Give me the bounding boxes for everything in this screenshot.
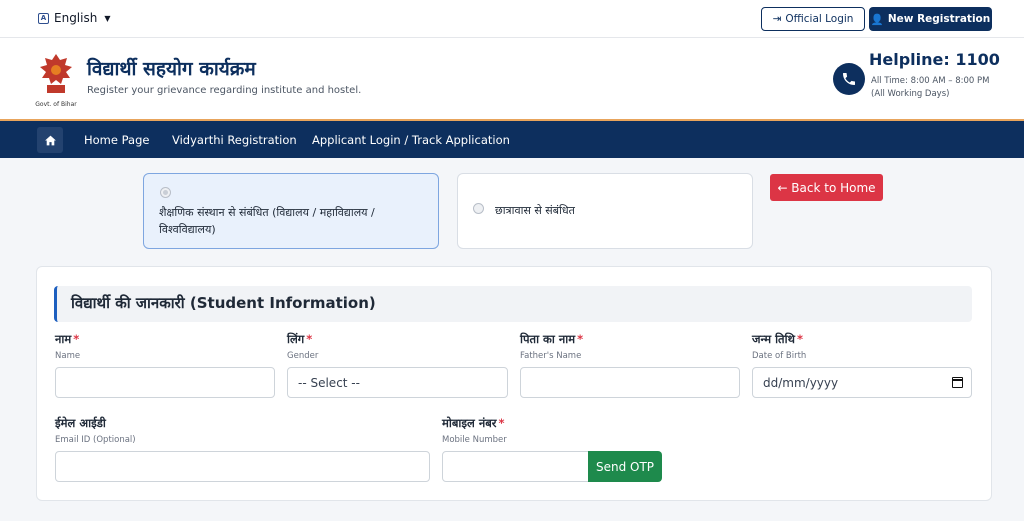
site-subtitle: Register your grievance regarding instit… [87,85,362,96]
father-label-text: पिता का नाम [520,332,576,346]
mobile-sublabel: Mobile Number [442,435,507,445]
email-sublabel: Email ID (Optional) [55,435,136,445]
site-header: Govt. of Bihar विद्यार्थी सहयोग कार्यक्र… [0,38,1024,121]
top-bar: A English ▼ ⇥ Official Login 👤 New Regis… [0,0,1024,38]
required-mark: * [577,332,584,346]
emblem-caption: Govt. of Bihar [35,101,77,108]
nav-item-applicant-login[interactable]: Applicant Login / Track Application [312,133,510,147]
official-login-button[interactable]: ⇥ Official Login [761,7,865,31]
mobile-label: मोबाइल नंबर * [442,416,505,431]
new-registration-button[interactable]: 👤 New Registration [869,7,992,31]
mobile-input[interactable] [442,451,590,482]
new-registration-label: New Registration [887,13,991,25]
name-label: नाम * [55,332,79,347]
dob-placeholder: dd/mm/yyyy [763,375,839,390]
translate-icon: A [38,12,49,24]
nav-item-home-page[interactable]: Home Page [84,133,149,147]
required-mark: * [498,416,505,430]
bihar-emblem-logo: Govt. of Bihar [34,52,78,108]
radio-hostel[interactable] [473,203,484,214]
mobile-label-text: मोबाइल नंबर [442,416,497,430]
dob-input[interactable]: dd/mm/yyyy [752,367,972,398]
home-icon [44,135,56,145]
required-mark: * [73,332,80,346]
back-to-home-button[interactable]: ← Back to Home [770,174,883,201]
required-mark: * [796,332,803,346]
father-name-sublabel: Father's Name [520,351,582,361]
name-label-text: नाम [55,332,72,346]
phone-icon [833,63,865,95]
option-hostel[interactable]: छात्रावास से संबंधित [457,173,753,249]
login-icon: ⇥ [772,13,782,25]
language-selector[interactable]: A English ▼ [38,11,111,25]
gender-sublabel: Gender [287,351,319,361]
emblem-icon [40,54,72,93]
calendar-icon[interactable] [952,377,963,388]
send-otp-button[interactable]: Send OTP [588,451,662,482]
father-name-label: पिता का नाम * [520,332,583,347]
dob-label: जन्म तिथि * [752,332,803,347]
helpline-time: All Time: 8:00 AM – 8:00 PM [871,76,990,86]
gender-select[interactable]: -- Select -- [287,367,508,398]
option-hostel-label: छात्रावास से संबंधित [495,204,575,217]
nav-item-vidyarthi-registration[interactable]: Vidyarthi Registration [172,133,297,147]
email-input[interactable] [55,451,430,482]
main-nav: Home Page Vidyarthi Registration Applica… [0,121,1024,158]
section-title: विद्यार्थी की जानकारी (Student Informati… [71,294,376,312]
language-label: English [54,11,98,25]
site-title: विद्यार्थी सहयोग कार्यक्रम [87,58,256,80]
chevron-down-icon: ▼ [104,13,111,23]
dob-sublabel: Date of Birth [752,351,807,361]
option-educational-line2: विश्वविद्यालय) [159,223,216,236]
option-educational-line1: शैक्षणिक संस्थान से संबंधित (विद्यालय / … [159,206,375,219]
helpline-days: (All Working Days) [871,89,950,99]
option-educational-institute[interactable]: शैक्षणिक संस्थान से संबंधित (विद्यालय / … [143,173,439,249]
gender-label: लिंग * [287,332,312,347]
home-icon-button[interactable] [37,127,63,153]
name-input[interactable] [55,367,275,398]
user-plus-icon: 👤 [870,13,884,26]
radio-educational-institute[interactable] [160,187,171,198]
name-sublabel: Name [55,351,81,361]
required-mark: * [306,332,313,346]
official-login-label: Official Login [785,13,854,25]
father-name-input[interactable] [520,367,740,398]
email-label: ईमेल आईडी [55,416,106,430]
gender-label-text: लिंग [287,332,305,346]
dob-label-text: जन्म तिथि [752,332,795,346]
section-header: विद्यार्थी की जानकारी (Student Informati… [54,286,972,322]
helpline-number: Helpline: 1100 [869,50,1000,69]
